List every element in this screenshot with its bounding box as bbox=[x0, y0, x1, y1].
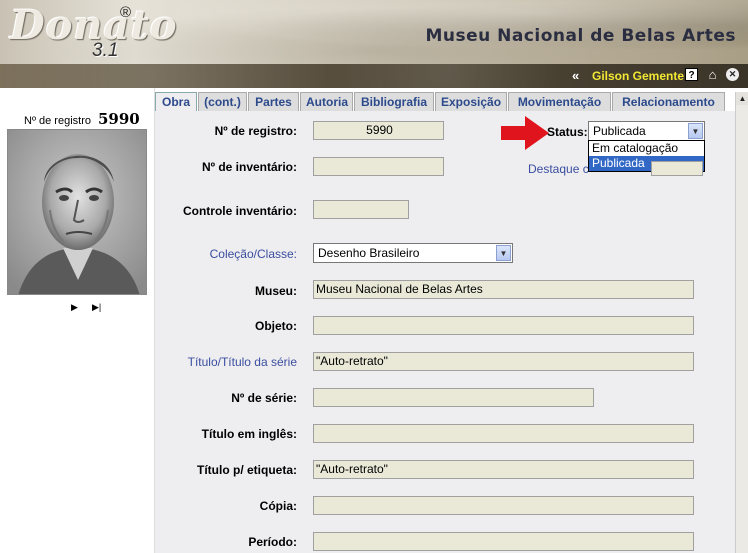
home-icon[interactable]: ⌂ bbox=[706, 68, 719, 81]
inventario-field[interactable] bbox=[313, 157, 444, 176]
colecao-selected-value: Desenho Brasileiro bbox=[318, 246, 420, 260]
record-sidebar: Nº de registro 5990 ▶ ▶| bbox=[0, 88, 155, 553]
obra-form: Nº de registro: 5990 Status: Publicada ▼… bbox=[155, 111, 735, 553]
user-bar: « Gilson Gemente ? ⌂ ✕ bbox=[0, 64, 748, 88]
last-record-icon[interactable]: ▶| bbox=[92, 302, 101, 313]
artwork-thumbnail[interactable] bbox=[7, 129, 147, 295]
status-selected-value: Publicada bbox=[593, 124, 646, 138]
logo-registered-mark: ® bbox=[120, 4, 132, 21]
controle-field[interactable] bbox=[313, 200, 409, 219]
logo-version: 3.1 bbox=[92, 40, 119, 61]
serie-field[interactable] bbox=[313, 388, 594, 407]
titulo-etiqueta-field[interactable]: "Auto-retrato" bbox=[313, 460, 694, 479]
museu-field-label: Museu: bbox=[255, 284, 297, 298]
tab-partes[interactable]: Partes bbox=[248, 92, 299, 111]
titulo-ingles-field-label: Título em inglês: bbox=[201, 427, 297, 441]
status-field-label: Status: bbox=[547, 125, 588, 139]
titulo-field[interactable]: "Auto-retrato" bbox=[313, 352, 694, 371]
status-option-catalogacao[interactable]: Em catalogação bbox=[589, 141, 704, 156]
destaque-field[interactable] bbox=[651, 161, 703, 176]
tab-bar: Obra (cont.) Partes Autoria Bibliografia… bbox=[155, 92, 735, 111]
copia-field-label: Cópia: bbox=[259, 499, 297, 513]
objeto-field[interactable] bbox=[313, 316, 694, 335]
objeto-field-label: Objeto: bbox=[255, 319, 297, 333]
titulo-etiqueta-field-label: Título p/ etiqueta: bbox=[197, 463, 297, 477]
close-icon[interactable]: ✕ bbox=[726, 68, 739, 81]
red-arrow-annotation bbox=[501, 116, 549, 150]
tab-autoria[interactable]: Autoria bbox=[300, 92, 353, 111]
user-name: Gilson Gemente bbox=[592, 69, 685, 83]
tab-cont[interactable]: (cont.) bbox=[198, 92, 247, 111]
colecao-field-label: Coleção/Classe: bbox=[209, 247, 297, 261]
registro-label: Nº de registro bbox=[24, 115, 91, 127]
inventario-field-label: Nº de inventário: bbox=[201, 160, 297, 174]
help-icon[interactable]: ? bbox=[685, 68, 698, 81]
periodo-field[interactable] bbox=[313, 532, 694, 551]
tab-bibliografia[interactable]: Bibliografia bbox=[354, 92, 434, 111]
scroll-up-icon[interactable]: ▲ bbox=[736, 92, 748, 105]
tab-exposicao[interactable]: Exposição bbox=[435, 92, 507, 111]
tab-relacionamento[interactable]: Relacionamento bbox=[612, 92, 725, 111]
status-select[interactable]: Publicada ▼ bbox=[588, 121, 705, 141]
registro-field-label: Nº de registro: bbox=[214, 124, 297, 138]
periodo-field-label: Período: bbox=[248, 535, 297, 549]
tab-obra[interactable]: Obra bbox=[155, 92, 197, 111]
serie-field-label: Nº de série: bbox=[231, 391, 297, 405]
app-header: Donato ® 3.1 Museu Nacional de Belas Art… bbox=[0, 0, 748, 64]
portrait-drawing bbox=[8, 130, 146, 294]
tab-movimentacao[interactable]: Movimentação bbox=[508, 92, 611, 111]
museu-field[interactable]: Museu Nacional de Belas Artes bbox=[313, 280, 694, 299]
destaque-label: Destaque c bbox=[528, 162, 589, 176]
vertical-scrollbar[interactable]: ▲ bbox=[735, 92, 748, 553]
controle-field-label: Controle inventário: bbox=[182, 204, 297, 218]
titulo-ingles-field[interactable] bbox=[313, 424, 694, 443]
next-record-icon[interactable]: ▶ bbox=[71, 302, 78, 313]
titulo-field-label: Título/Título da série bbox=[187, 355, 297, 369]
museum-title: Museu Nacional de Belas Artes bbox=[425, 26, 736, 46]
chevron-down-icon[interactable]: ▼ bbox=[496, 245, 511, 261]
chevron-down-icon[interactable]: ▼ bbox=[688, 123, 703, 139]
registro-field[interactable]: 5990 bbox=[313, 121, 444, 140]
colecao-select[interactable]: Desenho Brasileiro ▼ bbox=[313, 243, 513, 263]
registro-number: 5990 bbox=[98, 110, 140, 128]
collapse-icon[interactable]: « bbox=[572, 68, 579, 83]
copia-field[interactable] bbox=[313, 496, 694, 515]
